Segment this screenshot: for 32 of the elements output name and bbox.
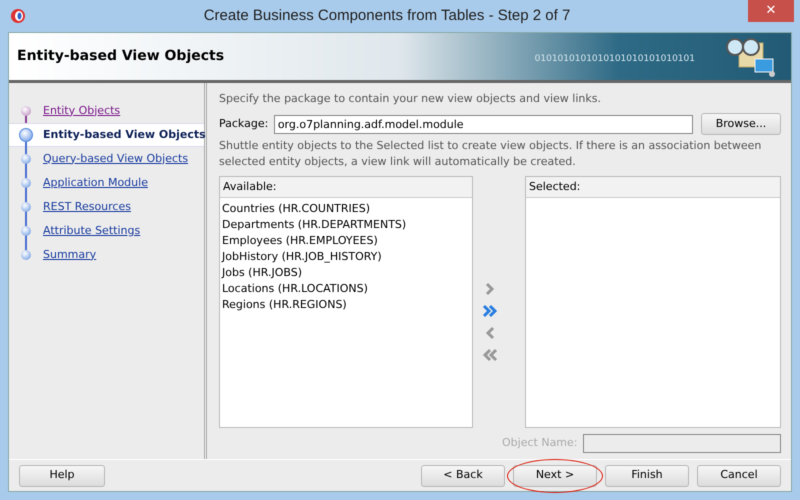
wizard-step-link[interactable]: Entity Objects — [43, 102, 120, 120]
list-item[interactable]: Jobs (HR.JOBS) — [220, 265, 472, 281]
binary-decoration-text: 0101010101010101010101010101 — [534, 52, 695, 64]
wizard-step-link[interactable]: Query-based View Objects — [43, 150, 188, 168]
wizard-step-link[interactable]: Summary — [43, 246, 96, 264]
window-title: Create Business Components from Tables - Step 2 of 7 — [202, 6, 572, 26]
list-item[interactable]: JobHistory (HR.JOB_HISTORY) — [220, 249, 472, 265]
package-label: Package: — [219, 116, 268, 132]
list-heading: Available: — [220, 177, 472, 198]
list-item[interactable]: Countries (HR.COUNTRIES) — [220, 201, 472, 217]
object-name-label: Object Name: — [502, 434, 578, 451]
wizard-step-link[interactable]: Application Module — [43, 174, 148, 192]
list-item[interactable]: Employees (HR.EMPLOYEES) — [220, 233, 472, 249]
app-logo-icon — [10, 8, 26, 24]
list-heading: Selected: — [526, 177, 780, 198]
wizard-button[interactable]: Cancel — [697, 464, 781, 486]
wizard-button[interactable]: Help — [19, 464, 105, 486]
wizard-step-link[interactable]: REST Resources — [43, 198, 131, 216]
list-item[interactable]: Departments (HR.DEPARTMENTS) — [220, 217, 472, 233]
browse-button[interactable]: Browse... — [701, 113, 781, 135]
wizard-button[interactable]: Next > — [513, 464, 597, 486]
list-item[interactable]: Regions (HR.REGIONS) — [220, 297, 472, 313]
wizard-step-link[interactable]: Attribute Settings — [43, 222, 140, 240]
page-heading: Entity-based View Objects — [17, 48, 226, 65]
wizard-button[interactable]: Finish — [605, 464, 689, 486]
close-button[interactable]: ✕ — [748, 0, 794, 22]
wizard-button[interactable]: < Back — [421, 464, 505, 486]
instruction-text: Specify the package to contain your new view objects and view links. — [219, 91, 602, 107]
hint-text: Shuttle entity objects to the Selected list to create view objects. If there is an association between selected entity objects, a view link will automatically be created. — [219, 138, 762, 170]
move-all-right-button[interactable] — [482, 302, 498, 319]
list-item[interactable]: Locations (HR.LOCATIONS) — [220, 281, 472, 297]
package-field[interactable]: org.o7planning.adf.model.module — [274, 114, 693, 134]
